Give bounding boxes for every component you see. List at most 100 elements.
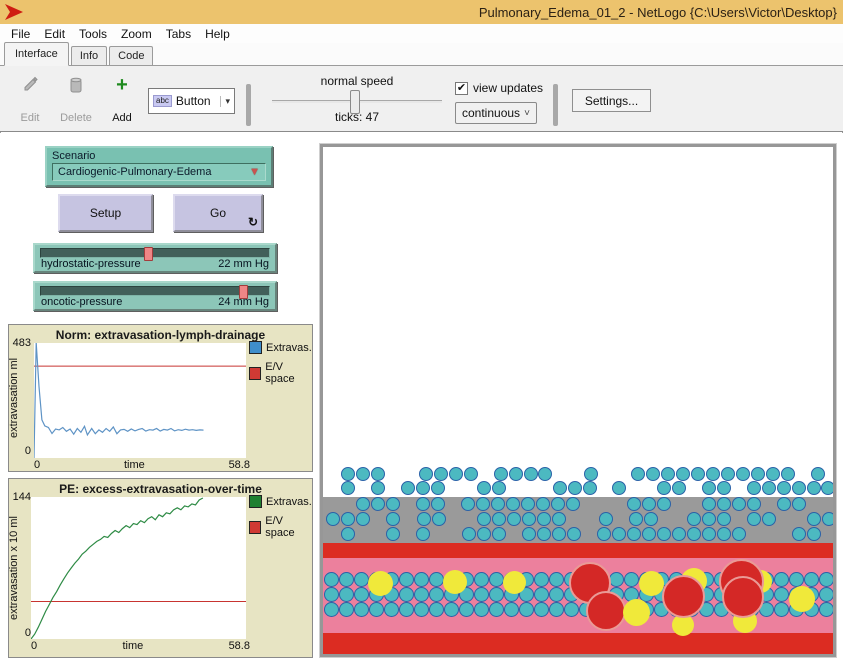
fluid-cell xyxy=(477,512,491,526)
blood-cell xyxy=(324,587,339,602)
toolbar-separator xyxy=(553,84,558,126)
fluid-cell xyxy=(371,467,385,481)
fluid-cell xyxy=(462,527,476,541)
fluid-cell xyxy=(416,497,430,511)
fluid-cell xyxy=(644,512,658,526)
fluid-cell xyxy=(371,497,385,511)
pencil-icon xyxy=(22,76,38,93)
x-axis-max: 58.8 xyxy=(229,459,250,471)
oncotic-pressure-slider[interactable]: oncotic-pressure 24 mm Hg xyxy=(33,281,277,311)
checkbox-checked-icon[interactable]: ✔ xyxy=(455,82,468,95)
menu-item-zoom[interactable]: Zoom xyxy=(114,25,159,43)
blood-cell xyxy=(474,587,489,602)
fluid-cell xyxy=(657,527,671,541)
delete-button[interactable]: Delete xyxy=(54,76,98,124)
blood-cell xyxy=(624,572,639,587)
edit-button-label: Edit xyxy=(21,112,40,124)
fluid-cell xyxy=(807,512,821,526)
fluid-cell xyxy=(537,527,551,541)
fluid-cell xyxy=(631,467,645,481)
fluid-cell xyxy=(597,527,611,541)
delete-button-label: Delete xyxy=(60,112,92,124)
update-mode-dropdown[interactable]: continuous ˅ xyxy=(455,102,537,124)
fluid-cell xyxy=(401,481,415,495)
toolbar-separator xyxy=(246,84,251,126)
tab-interface[interactable]: Interface xyxy=(4,42,69,66)
fluid-cell xyxy=(431,497,445,511)
fluid-cell xyxy=(341,481,355,495)
plot-extravasation-lymph-drainage: Norm: extravasation-lymph-drainage 483 0… xyxy=(8,324,313,472)
fluid-cell xyxy=(449,467,463,481)
dropdown-triangle-icon: ▼ xyxy=(249,166,260,178)
tab-strip: Interface Info Code xyxy=(0,43,843,66)
fluid-cell xyxy=(551,497,565,511)
fluid-cell xyxy=(732,497,746,511)
fluid-cell xyxy=(386,527,400,541)
fluid-cell xyxy=(552,527,566,541)
fluid-cell xyxy=(356,497,370,511)
widget-type-dropdown[interactable]: abc Button ▾ xyxy=(148,88,235,114)
menu-item-tabs[interactable]: Tabs xyxy=(159,25,198,43)
fluid-cell xyxy=(766,467,780,481)
fluid-cell xyxy=(568,481,582,495)
plot-series xyxy=(31,497,246,639)
netlogo-logo-icon xyxy=(4,3,24,21)
fluid-cell xyxy=(553,481,567,495)
view-updates-label: view updates xyxy=(473,81,543,95)
hydrostatic-pressure-slider[interactable]: hydrostatic-pressure 22 mm Hg xyxy=(33,243,277,273)
world-view-canvas[interactable] xyxy=(323,147,833,654)
tab-info[interactable]: Info xyxy=(71,46,107,65)
fluid-cell xyxy=(341,527,355,541)
slider-value: 24 mm Hg xyxy=(218,296,269,308)
go-button[interactable]: Go ↻ xyxy=(173,194,263,232)
blood-cell xyxy=(819,572,834,587)
forever-icon: ↻ xyxy=(248,215,258,229)
blood-cell xyxy=(519,602,534,617)
fluid-cell xyxy=(494,467,508,481)
fluid-cell xyxy=(807,481,821,495)
window-title: Pulmonary_Edema_01_2 - NetLogo {C:\Users… xyxy=(24,5,839,20)
red-blood-cell xyxy=(722,576,764,618)
scenario-dropdown[interactable]: Cardiogenic-Pulmonary-Edema ▼ xyxy=(52,163,266,181)
protein-cell xyxy=(368,571,393,596)
menu-item-tools[interactable]: Tools xyxy=(72,25,114,43)
setup-button[interactable]: Setup xyxy=(58,194,153,232)
edit-button[interactable]: Edit xyxy=(8,76,52,124)
fluid-cell xyxy=(717,527,731,541)
slider-track[interactable] xyxy=(40,286,270,296)
red-blood-cell xyxy=(662,575,705,618)
fluid-cell xyxy=(509,467,523,481)
fluid-cell xyxy=(792,497,806,511)
toolbar: Edit Delete + Add abc Button ▾ normal sp… xyxy=(0,66,843,132)
blood-cell xyxy=(339,602,354,617)
protein-cell xyxy=(443,570,467,594)
fluid-cell xyxy=(461,497,475,511)
blood-cell xyxy=(399,587,414,602)
fluid-cell xyxy=(691,467,705,481)
fluid-cell xyxy=(492,527,506,541)
tab-code[interactable]: Code xyxy=(109,46,153,65)
fluid-cell xyxy=(476,497,490,511)
blood-cell xyxy=(444,602,459,617)
settings-button[interactable]: Settings... xyxy=(572,89,651,112)
blood-cell xyxy=(489,587,504,602)
legend-label: E/V space xyxy=(265,361,312,385)
slider-track[interactable] xyxy=(40,248,270,258)
fluid-cell xyxy=(567,527,581,541)
menu-item-file[interactable]: File xyxy=(4,25,37,43)
view-updates-checkbox[interactable]: ✔ view updates xyxy=(455,81,543,95)
menu-item-help[interactable]: Help xyxy=(198,25,237,43)
fluid-cell xyxy=(811,467,825,481)
fluid-cell xyxy=(417,512,431,526)
blood-cell xyxy=(549,587,564,602)
blood-cell xyxy=(489,602,504,617)
blood-cell xyxy=(414,602,429,617)
speed-slider[interactable] xyxy=(272,100,442,103)
menu-bar: File Edit Tools Zoom Tabs Help xyxy=(0,24,843,43)
fluid-cell xyxy=(416,481,430,495)
add-button[interactable]: + Add xyxy=(103,76,141,124)
menu-item-edit[interactable]: Edit xyxy=(37,25,72,43)
blood-cell xyxy=(399,602,414,617)
fluid-cell xyxy=(747,497,761,511)
fluid-cell xyxy=(612,481,626,495)
